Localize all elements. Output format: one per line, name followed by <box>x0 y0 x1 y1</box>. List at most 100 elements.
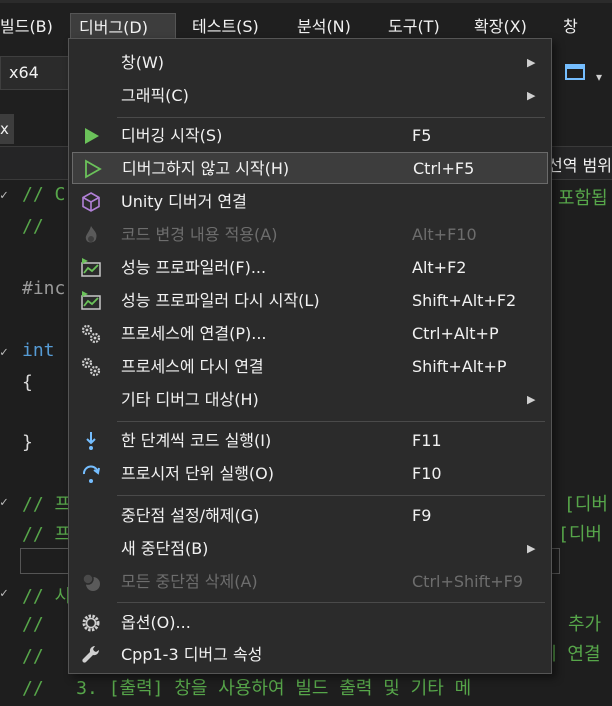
code-keyword: int <box>22 340 55 361</box>
code-line: // 시 <box>22 586 72 607</box>
menu-debug[interactable]: 디버그(D) <box>70 13 176 41</box>
menu-test[interactable]: 테스트(S) <box>184 13 267 41</box>
menu-item-label: 중단점 설정/해제(G) <box>121 506 260 525</box>
debug-menu: 창(W) ▶ 그래픽(C) ▶ 디버깅 시작(S) F5 디버그하지 않고 시작… <box>68 38 552 674</box>
menu-window[interactable]: 창(W) <box>555 13 612 64</box>
menu-extensions[interactable]: 확장(X) <box>466 13 535 41</box>
fold-marker[interactable]: ✓ <box>0 188 10 203</box>
submenu-arrow-icon: ▶ <box>527 542 536 555</box>
code-line: // <box>22 216 44 237</box>
wrench-icon <box>80 644 102 666</box>
menu-item-step-into[interactable]: 한 단계씩 코드 실행(I) F11 <box>72 425 548 457</box>
menu-item-new-breakpoint[interactable]: 새 중단점(B) ▶ <box>72 533 548 565</box>
menu-item-debug-properties[interactable]: Cpp1-3 디버그 속성 <box>72 639 548 671</box>
menu-item-label: 성능 프로파일러(F)... <box>121 258 267 277</box>
code-line-tail: [디버 <box>564 494 608 515</box>
menu-item-shortcut: F9 <box>412 506 432 525</box>
menu-item-label: 그래픽(C) <box>121 86 189 105</box>
menu-item-shortcut: Ctrl+F5 <box>413 159 475 178</box>
menu-item-shortcut: Alt+F10 <box>412 225 477 244</box>
fold-marker[interactable]: ✓ <box>0 495 10 510</box>
menu-item-performance-profiler[interactable]: 성능 프로파일러(F)... Alt+F2 <box>72 252 548 284</box>
code-line: // 프 <box>22 494 72 515</box>
menu-tools[interactable]: 도구(T) <box>380 13 448 41</box>
menu-item-label: 디버그하지 않고 시작(H) <box>122 159 290 178</box>
menu-item-start-without-debugging[interactable]: 디버그하지 않고 시작(H) Ctrl+F5 <box>72 152 548 184</box>
menu-item-attach-to-process[interactable]: 프로세스에 연결(P)... Ctrl+Alt+P <box>72 318 548 350</box>
code-line: { <box>22 372 33 393</box>
code-line-tail: 포함됩 <box>558 188 608 209</box>
menu-item-label: 모든 중단점 삭제(A) <box>121 572 258 591</box>
platform-dropdown[interactable]: x64 <box>0 56 70 90</box>
menu-analyze[interactable]: 분석(N) <box>289 13 359 41</box>
menu-item-shortcut: Shift+Alt+P <box>412 357 507 376</box>
code-line: // 프 <box>22 524 72 545</box>
code-line: // C <box>22 184 66 205</box>
toolbar-overflow-icon[interactable]: ▾ <box>596 70 602 84</box>
step-into-icon <box>80 430 102 452</box>
menu-item-label: 성능 프로파일러 다시 시작(L) <box>121 291 320 310</box>
menu-separator <box>117 421 545 422</box>
gears-icon <box>80 323 102 345</box>
tab-close[interactable]: x <box>0 114 14 144</box>
menu-item-window[interactable]: 창(W) ▶ <box>72 47 548 79</box>
menu-item-start-debugging[interactable]: 디버깅 시작(S) F5 <box>72 120 548 152</box>
menu-item-shortcut: Ctrl+Alt+P <box>412 324 499 343</box>
menu-item-shortcut: Alt+F2 <box>412 258 467 277</box>
menu-item-label: 프로세스에 다시 연결 <box>121 357 264 376</box>
menu-item-label: 한 단계씩 코드 실행(I) <box>121 431 272 450</box>
menu-item-shortcut: F5 <box>412 126 432 145</box>
menu-separator <box>117 117 545 118</box>
menu-item-toggle-breakpoint[interactable]: 중단점 설정/해제(G) F9 <box>72 500 548 532</box>
gear-icon <box>80 612 102 634</box>
menu-item-other-debug-targets[interactable]: 기타 디버그 대상(H) ▶ <box>72 384 548 416</box>
profiler-icon <box>80 290 102 312</box>
menu-item-graphics[interactable]: 그래픽(C) ▶ <box>72 80 548 112</box>
play-filled-icon <box>80 125 102 147</box>
gears-icon <box>80 356 102 378</box>
menu-item-delete-all-breakpoints[interactable]: 모든 중단점 삭제(A) Ctrl+Shift+F9 <box>72 566 548 598</box>
menu-separator <box>117 495 545 496</box>
menu-item-label: Unity 디버거 연결 <box>121 192 247 211</box>
menu-item-attach-unity[interactable]: Unity 디버거 연결 <box>72 186 548 218</box>
fold-marker[interactable]: ✓ <box>0 345 10 360</box>
menu-item-label: 프로세스에 연결(P)... <box>121 324 267 343</box>
flame-icon <box>80 224 102 246</box>
code-line-tail: 추가 <box>568 614 602 635</box>
code-line: // <box>22 646 44 667</box>
code-line: // <box>22 614 44 635</box>
play-outline-icon <box>81 158 103 180</box>
menu-item-shortcut: Ctrl+Shift+F9 <box>412 572 524 591</box>
menu-item-shortcut: Shift+Alt+F2 <box>412 291 517 310</box>
menu-item-label: Cpp1-3 디버그 속성 <box>121 645 263 664</box>
menu-item-label: 프로시저 단위 실행(O) <box>121 464 275 483</box>
menu-item-apply-code-changes[interactable]: 코드 변경 내용 적용(A) Alt+F10 <box>72 219 548 251</box>
menu-separator <box>117 602 545 603</box>
scope-dropdown[interactable]: 선역 범위 <box>548 152 612 176</box>
menu-build[interactable]: 빌드(B) <box>0 13 61 41</box>
toolbar-window-icon[interactable] <box>564 62 586 87</box>
menu-item-options[interactable]: 옵션(O)... <box>72 607 548 639</box>
menu-item-label: 코드 변경 내용 적용(A) <box>121 225 278 244</box>
code-line-tail: [디버 <box>558 524 602 545</box>
submenu-arrow-icon: ▶ <box>527 56 536 69</box>
menu-item-shortcut: F11 <box>412 431 442 450</box>
breakpoints-icon <box>80 571 102 593</box>
menu-item-step-over[interactable]: 프로시저 단위 실행(O) F10 <box>72 458 548 490</box>
menu-item-shortcut: F10 <box>412 464 442 483</box>
cube-icon <box>80 191 102 213</box>
menu-item-label: 옵션(O)... <box>121 613 191 632</box>
menu-item-label: 새 중단점(B) <box>121 539 209 558</box>
step-over-icon <box>80 463 102 485</box>
fold-marker[interactable]: ✓ <box>0 586 10 601</box>
code-line: #inc <box>22 278 66 299</box>
menu-item-label: 창(W) <box>121 53 165 72</box>
profiler-icon <box>80 257 102 279</box>
menu-item-label: 디버깅 시작(S) <box>121 126 223 145</box>
submenu-arrow-icon: ▶ <box>527 393 536 406</box>
submenu-arrow-icon: ▶ <box>527 89 536 102</box>
menu-item-relaunch-profiler[interactable]: 성능 프로파일러 다시 시작(L) Shift+Alt+F2 <box>72 285 548 317</box>
code-line: } <box>22 432 33 453</box>
menu-item-label: 기타 디버그 대상(H) <box>121 390 259 409</box>
menu-item-reattach-to-process[interactable]: 프로세스에 다시 연결 Shift+Alt+P <box>72 351 548 383</box>
